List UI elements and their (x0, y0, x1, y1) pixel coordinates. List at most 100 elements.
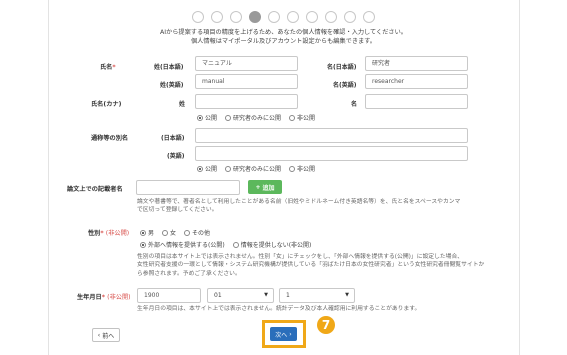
step-dot (268, 11, 280, 23)
next-button-label: 次へ (275, 331, 288, 339)
step-callout-badge: 7 (317, 316, 335, 334)
chevron-left-icon: ‹ (97, 331, 101, 339)
alias-en-input[interactable] (195, 146, 468, 161)
birth-day-value: 1 (286, 292, 290, 299)
last-name-en-label: 姓(英語) (160, 82, 184, 89)
radio-label: 情報を提供しない(非公開) (240, 242, 312, 249)
step-dot (306, 11, 318, 23)
gender-help: 性別の項目は本サイト上では表示されません。性別「女」にチェックをし、「外部へ情報… (137, 253, 484, 278)
step-dot (230, 11, 242, 23)
paper-names-label: 論文上での記載者名 (67, 186, 123, 193)
birth-month-select[interactable]: 01 ▼ (207, 288, 274, 303)
first-name-ja-input[interactable]: 研究者 (365, 56, 468, 71)
plus-icon: + (255, 183, 261, 191)
kana-visibility-researchers[interactable]: 研究者のみに公開 (225, 113, 281, 122)
gender-required-mark: * (100, 230, 104, 237)
gender-male-radio[interactable]: 男 (140, 228, 154, 237)
alias-visibility-public[interactable]: 公開 (197, 164, 217, 173)
gender-provide-group: 外部へ情報を提供する(公開) 情報を提供しない(非公開) (140, 240, 311, 249)
intro-line-1: AIから提案する項目の精度を上げるため、あなたの個人情報を確認・入力してください… (160, 29, 407, 36)
radio-selected-icon (197, 114, 203, 121)
step-dot-current (249, 11, 261, 23)
step-dot (344, 11, 356, 23)
step-dot (287, 11, 299, 23)
kana-last-label: 姓 (179, 101, 186, 108)
radio-label: その他 (192, 230, 211, 237)
kana-visibility-public[interactable]: 公開 (197, 113, 217, 122)
gender-label-text: 性別 (88, 230, 101, 237)
paper-name-input[interactable] (136, 180, 240, 195)
help-line: 女性研究者支援の一環として情報・システム研究機構が提供している「羽ばたけ日本の女… (137, 262, 485, 269)
next-button[interactable]: 次へ › (270, 327, 297, 341)
back-button-label: 前へ (102, 332, 115, 340)
radio-label: 女 (170, 230, 177, 237)
radio-selected-icon (140, 229, 146, 236)
last-name-ja-input[interactable]: マニュアル (195, 56, 298, 71)
step-dot (211, 11, 223, 23)
radio-label: 公開 (205, 115, 218, 122)
gender-provide-private-radio[interactable]: 情報を提供しない(非公開) (232, 240, 312, 249)
radio-label: 研究者のみに公開 (233, 115, 282, 122)
birthdate-label-text: 生年月日 (77, 294, 102, 301)
radio-icon (289, 165, 296, 172)
kana-visibility-private[interactable]: 非公開 (289, 113, 315, 122)
step-dot (325, 11, 337, 23)
gender-options-group: 男 女 その他 (140, 228, 210, 237)
alias-en-label: (英語) (167, 153, 185, 160)
radio-icon (289, 114, 296, 121)
intro-line-2: 個人情報はマイポータル及びアカウント設定からも編集できます。 (190, 37, 376, 45)
radio-selected-icon (197, 165, 203, 172)
radio-label: 非公開 (297, 115, 316, 122)
birth-day-select[interactable]: 1 ▼ (279, 288, 355, 303)
step-indicator (0, 11, 567, 23)
paper-names-help: 論文や著書等で、著者名として利用したことがある名前（旧姓やミドルネーム付き英語名… (137, 198, 460, 215)
help-line: 論文や著書等で、著者名として利用したことがある名前（旧姓やミドルネーム付き英語名… (137, 199, 461, 205)
add-button-label: 追加 (262, 184, 275, 192)
alias-ja-input[interactable] (195, 128, 468, 143)
first-name-en-label: 名(英語) (333, 82, 357, 89)
radio-icon (232, 241, 239, 248)
add-paper-name-button[interactable]: + 追加 (248, 180, 282, 194)
birth-month-value: 01 (214, 292, 222, 299)
gender-private-note: (非公開) (105, 230, 130, 237)
name-label: 氏名* (100, 62, 116, 71)
name-required-mark: * (112, 64, 116, 71)
radio-label: 研究者のみに公開 (233, 166, 282, 173)
first-name-ja-label: 名(日本語) (327, 64, 357, 71)
last-name-en-input[interactable]: manual (195, 74, 298, 89)
kana-first-input[interactable] (365, 94, 468, 109)
first-name-en-input[interactable]: researcher (365, 74, 468, 89)
caret-down-icon: ▼ (345, 292, 349, 298)
kana-visibility-group: 公開 研究者のみに公開 非公開 (197, 113, 315, 122)
radio-label: 外部へ情報を提供する(公開) (148, 242, 225, 249)
birth-year-input[interactable]: 1900 (137, 288, 201, 303)
alias-label: 通称等の別名 (91, 135, 129, 142)
gender-other-radio[interactable]: その他 (184, 228, 210, 237)
radio-label: 非公開 (297, 166, 316, 173)
help-line: で区切って登録してください。 (137, 207, 218, 214)
alias-visibility-researchers[interactable]: 研究者のみに公開 (225, 164, 281, 173)
radio-label: 公開 (205, 166, 218, 173)
radio-icon (225, 165, 232, 172)
alias-visibility-group: 公開 研究者のみに公開 非公開 (197, 164, 315, 173)
chevron-right-icon: › (289, 330, 292, 338)
radio-icon (162, 229, 169, 236)
caret-down-icon: ▼ (264, 292, 268, 298)
gender-provide-public-radio[interactable]: 外部へ情報を提供する(公開) (140, 240, 225, 249)
radio-icon (184, 229, 191, 236)
alias-visibility-private[interactable]: 非公開 (289, 164, 315, 173)
help-line: ら参照されます。予めご了承ください。 (137, 270, 241, 277)
name-label-text: 氏名 (100, 64, 113, 71)
radio-label: 男 (148, 230, 155, 237)
back-button[interactable]: ‹ 前へ (92, 328, 120, 342)
birthdate-required-mark: * (101, 294, 105, 301)
gender-label: 性別* (非公開) (88, 228, 129, 237)
birthdate-private-note: (非公開) (107, 294, 131, 301)
birthdate-help: 生年月日の項目は、本サイト上では表示されません。統計データ及び本人確認用に利用す… (137, 306, 421, 312)
kana-label: 氏名(カナ) (91, 101, 122, 108)
kana-first-label: 名 (351, 101, 358, 108)
step-dot (363, 11, 375, 23)
gender-female-radio[interactable]: 女 (162, 228, 176, 237)
kana-last-input[interactable] (195, 94, 298, 109)
help-line: 性別の項目は本サイト上では表示されません。性別「女」にチェックをし、「外部へ情報… (137, 254, 464, 260)
